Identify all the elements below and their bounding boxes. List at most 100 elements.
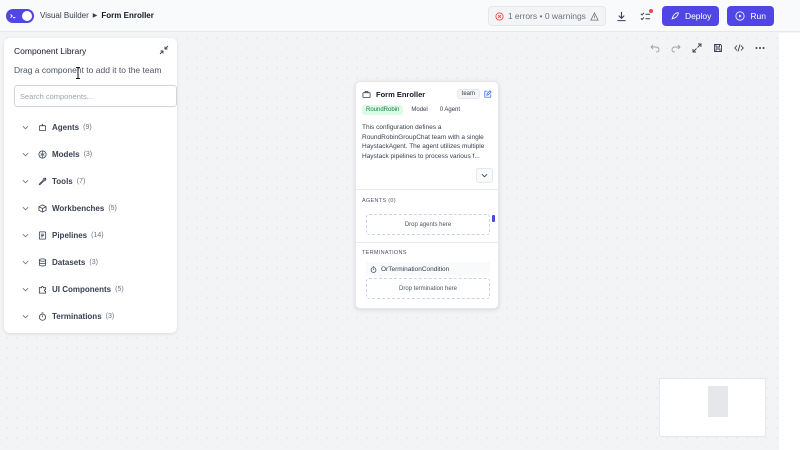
save-button[interactable] [711, 41, 725, 55]
category-label: Datasets [52, 258, 86, 267]
timer-icon [38, 312, 47, 321]
category-count: (5) [115, 286, 124, 293]
category-count: (3) [89, 259, 98, 266]
json-view-button[interactable] [732, 41, 746, 55]
category-agents[interactable]: Agents (9) [10, 114, 171, 141]
top-bar: Visual Builder ▶ Form Enroller 1 errors … [0, 0, 800, 32]
canvas-toolbar [648, 41, 767, 55]
chevron-down-icon [22, 206, 29, 211]
terminations-section-label: TERMINATIONS [362, 250, 407, 256]
download-icon [617, 11, 627, 21]
team-icon [362, 90, 371, 98]
toggle-knob [22, 10, 32, 21]
breadcrumb-separator-icon: ▶ [92, 13, 98, 19]
component-category-list: Agents (9) Models (3) Tools (7) Workbenc… [10, 114, 171, 330]
expand-description-button[interactable] [476, 168, 493, 183]
puzzle-icon [38, 285, 47, 294]
library-title: Component Library [14, 46, 87, 56]
minimap[interactable] [659, 378, 766, 437]
category-datasets[interactable]: Datasets (3) [10, 249, 171, 276]
agent-count-chip: 0 Agent [439, 107, 461, 113]
run-label: Run [750, 11, 766, 21]
breadcrumb-current: Form Enroller [101, 11, 154, 20]
breadcrumb: Visual Builder ▶ Form Enroller [40, 11, 154, 20]
package-icon [38, 204, 47, 213]
category-label: Agents [52, 123, 80, 132]
agents-section-label: AGENTS (0) [362, 198, 396, 204]
node-title: Form Enroller [376, 89, 426, 99]
category-models[interactable]: Models (3) [10, 141, 171, 168]
search-components-input[interactable]: Search components... [14, 85, 177, 107]
category-ui-components[interactable]: UI Components (5) [10, 276, 171, 303]
node-chips: RoundRobin Model 0 Agent [362, 105, 492, 115]
chevron-down-icon [22, 152, 29, 157]
wrench-icon [38, 177, 47, 186]
breadcrumb-root[interactable]: Visual Builder [40, 11, 89, 20]
category-count: (14) [91, 232, 104, 239]
chevron-down-icon [481, 173, 488, 178]
right-edge [779, 33, 800, 450]
validation-text: 1 errors • 0 warnings [507, 11, 586, 21]
more-options-button[interactable] [753, 41, 767, 55]
brain-icon [38, 150, 47, 159]
category-tools[interactable]: Tools (7) [10, 168, 171, 195]
category-label: UI Components [52, 285, 112, 294]
team-type-chip: RoundRobin [362, 105, 404, 115]
chevron-down-icon [22, 260, 29, 265]
termination-dropzone[interactable]: Drop termination here [366, 278, 490, 299]
code-icon [734, 44, 744, 52]
deploy-label: Deploy [684, 11, 712, 21]
termination-item[interactable]: OrTerminationCondition [366, 262, 490, 276]
chevron-down-icon [22, 287, 29, 292]
text-cursor-icon [76, 67, 80, 79]
category-count: (7) [76, 178, 86, 185]
category-count: (3) [83, 151, 93, 158]
component-library-panel: Component Library Drag a component to ad… [4, 38, 177, 333]
bot-icon [38, 123, 47, 132]
undo-button[interactable] [648, 41, 662, 55]
agents-connection-handle[interactable] [492, 215, 495, 222]
category-label: Workbenches [52, 204, 105, 213]
category-workbenches[interactable]: Workbenches (5) [10, 195, 171, 222]
category-label: Models [52, 150, 80, 159]
warning-triangle-icon [590, 11, 599, 21]
model-chip: Model [411, 107, 428, 113]
builder-mode-toggle[interactable] [6, 8, 34, 23]
category-terminations[interactable]: Terminations (3) [10, 303, 171, 330]
category-count: (3) [105, 313, 115, 320]
edit-icon[interactable] [484, 90, 492, 98]
checklist-button[interactable] [638, 8, 654, 24]
category-label: Tools [52, 177, 73, 186]
node-divider [356, 189, 498, 190]
node-divider [356, 242, 498, 243]
download-button[interactable] [614, 8, 630, 24]
play-circle-icon [735, 11, 745, 21]
termination-item-label: OrTerminationCondition [381, 265, 450, 273]
notification-dot [648, 9, 653, 13]
validation-status[interactable]: 1 errors • 0 warnings [487, 6, 606, 26]
undo-icon [650, 44, 660, 53]
team-node[interactable]: Form Enroller team RoundRobin Model 0 Ag… [355, 81, 499, 309]
category-count: (9) [83, 124, 92, 131]
chevron-down-icon [22, 314, 29, 319]
minimap-node [708, 386, 728, 417]
run-button[interactable]: Run [727, 6, 774, 26]
maximize-icon [692, 43, 702, 53]
node-title-row: Form Enroller team [362, 87, 492, 101]
node-description: This configuration defines a RoundRobinG… [362, 124, 485, 160]
rocket-icon [671, 12, 679, 20]
more-horizontal-icon [755, 47, 765, 49]
node-type-tag: team [456, 89, 480, 99]
agents-dropzone[interactable]: Drop agents here [366, 214, 490, 235]
deploy-button[interactable]: Deploy [661, 6, 720, 26]
category-label: Pipelines [52, 231, 88, 240]
category-pipelines[interactable]: Pipelines (14) [10, 222, 171, 249]
library-subtitle: Drag a component to add it to the team [14, 65, 162, 75]
minimize-icon[interactable] [159, 45, 169, 55]
code-toggle-icon [10, 13, 16, 18]
fullscreen-button[interactable] [690, 41, 704, 55]
category-count: (5) [108, 205, 117, 212]
redo-icon [671, 44, 681, 53]
header-actions: 1 errors • 0 warnings Deploy Run [487, 6, 774, 26]
redo-button[interactable] [669, 41, 683, 55]
